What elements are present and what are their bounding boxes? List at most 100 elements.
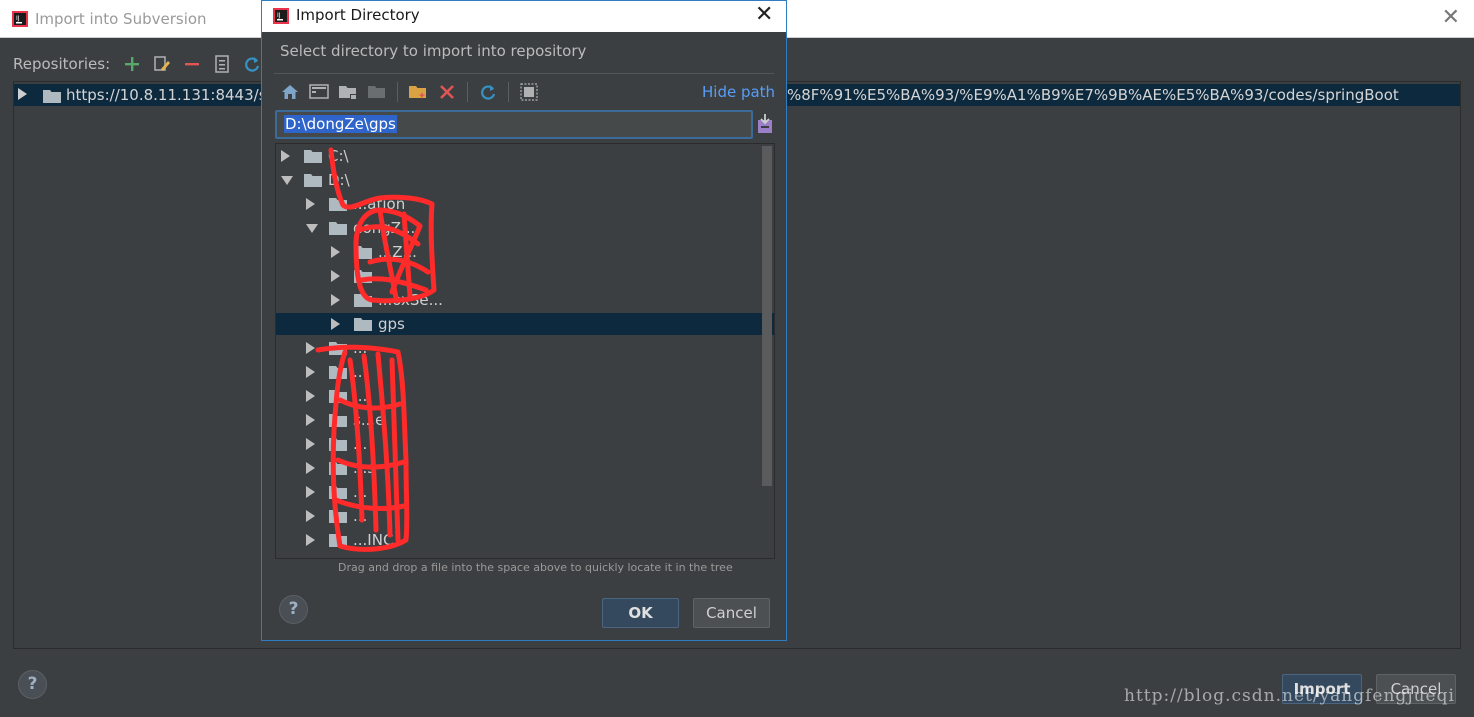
expand-arrow-icon[interactable] <box>306 486 315 498</box>
watermark-text: http://blog.csdn.net/yangfengjueqi <box>1124 686 1455 706</box>
tree-row[interactable]: ... <box>276 505 774 527</box>
hide-path-link[interactable]: Hide path <box>702 83 775 101</box>
repository-url-start: https://10.8.11.131:8443/sv <box>66 86 276 104</box>
background-help-button[interactable]: ? <box>18 670 47 699</box>
ok-button[interactable]: OK <box>602 598 679 628</box>
tree-row[interactable]: s...e <box>276 409 774 431</box>
folder-icon <box>329 364 347 383</box>
tree-row-label: ...INC <box>353 531 394 549</box>
expand-arrow-icon[interactable] <box>331 270 340 282</box>
toolbar-separator <box>467 82 468 102</box>
tree-row-label: ... <box>378 267 393 285</box>
expand-arrow-icon[interactable] <box>306 342 315 354</box>
toolbar-separator <box>508 82 509 102</box>
expand-arrow-icon[interactable] <box>306 198 315 210</box>
folder-icon <box>329 412 347 431</box>
tree-row[interactable]: ...s <box>276 457 774 479</box>
tree-row[interactable]: ... <box>276 265 774 287</box>
dialog-cancel-button[interactable]: Cancel <box>693 598 770 628</box>
folder-icon <box>329 508 347 527</box>
tree-row[interactable]: ...ation <box>276 193 774 215</box>
toolbar-separator <box>397 82 398 102</box>
tree-row[interactable]: ...oxSe... <box>276 289 774 311</box>
tree-row-label: ... <box>353 363 368 381</box>
dialog-subtitle: Select directory to import into reposito… <box>280 42 587 60</box>
desktop-icon[interactable] <box>309 82 329 102</box>
folder-icon <box>329 340 347 359</box>
tree-row-label: D:\ <box>328 171 350 189</box>
refresh-icon[interactable] <box>242 54 262 74</box>
tree-scrollbar[interactable] <box>762 146 772 486</box>
tree-row[interactable]: C:\ <box>276 145 774 167</box>
tree-row-label: ... <box>353 387 368 405</box>
folder-icon <box>329 388 347 407</box>
folder-icon <box>329 460 347 479</box>
directory-tree[interactable]: C:\ D:\ ...ation dongZ... ...Z...... ...oxSe.… <box>275 143 775 559</box>
svg-text:IJ: IJ <box>16 15 20 22</box>
tree-row-label: ... <box>353 507 368 525</box>
expand-arrow-icon[interactable] <box>18 88 27 100</box>
expand-arrow-icon[interactable] <box>306 438 315 450</box>
expand-arrow-icon[interactable] <box>306 462 315 474</box>
expand-arrow-icon[interactable] <box>331 318 340 330</box>
folder-icon <box>304 148 322 167</box>
expand-arrow-icon[interactable] <box>331 246 340 258</box>
path-history-icon[interactable] <box>757 114 773 138</box>
refresh-icon[interactable] <box>478 82 498 102</box>
expand-arrow-icon[interactable] <box>306 390 315 402</box>
add-icon[interactable] <box>122 54 142 74</box>
expand-arrow-icon[interactable] <box>331 294 340 306</box>
tree-row[interactable]: ... <box>276 481 774 503</box>
tree-row[interactable]: ...INC <box>276 529 774 551</box>
show-hidden-icon[interactable] <box>519 82 539 102</box>
collapse-arrow-icon[interactable] <box>281 176 293 185</box>
expand-arrow-icon[interactable] <box>306 534 315 546</box>
delete-icon[interactable] <box>437 82 457 102</box>
intellij-app-icon: IJ <box>12 11 28 31</box>
expand-arrow-icon[interactable] <box>306 414 315 426</box>
tree-row[interactable]: dongZ... <box>276 217 774 239</box>
tree-row-label: gps <box>378 315 405 333</box>
project-folder-icon[interactable] <box>338 82 358 102</box>
tree-row[interactable]: D:\ <box>276 169 774 191</box>
svg-text:IJ: IJ <box>277 12 281 19</box>
edit-icon[interactable] <box>152 54 172 74</box>
dialog-title: Import Directory <box>296 6 420 24</box>
dialog-title-bar: IJ Import Directory ✕ <box>262 1 786 32</box>
tree-row[interactable]: gps <box>276 313 774 335</box>
tree-row[interactable]: ...Z... <box>276 241 774 263</box>
new-folder-icon[interactable] <box>408 82 428 102</box>
tree-row[interactable]: ... <box>276 337 774 359</box>
folder-icon <box>304 172 322 191</box>
background-close-icon[interactable]: ✕ <box>1442 7 1460 29</box>
home-icon[interactable] <box>280 82 300 102</box>
remove-icon[interactable] <box>182 54 202 74</box>
tree-row-label: C:\ <box>328 147 349 165</box>
background-window-title: Import into Subversion <box>35 10 207 28</box>
expand-arrow-icon[interactable] <box>281 150 290 162</box>
tree-row-label: s...e <box>353 411 385 429</box>
tree-row-label: dongZ... <box>353 219 416 237</box>
expand-arrow-icon[interactable] <box>306 366 315 378</box>
folder-icon <box>329 196 347 215</box>
folder-icon <box>329 436 347 455</box>
tree-row-label: ... <box>353 435 368 453</box>
tree-row[interactable]: ... <box>276 433 774 455</box>
folder-icon <box>329 220 347 239</box>
dialog-help-button[interactable]: ? <box>279 595 308 624</box>
repositories-toolbar: Repositories: <box>13 52 262 76</box>
tree-row-label: ...Z... <box>378 243 417 261</box>
repository-url-end: %8F%91%E5%BA%93/%E9%A1%B9%E7%9B%AE%E5%BA… <box>787 86 1399 104</box>
expand-arrow-icon[interactable] <box>306 510 315 522</box>
properties-icon[interactable] <box>212 54 232 74</box>
collapse-arrow-icon[interactable] <box>306 224 318 233</box>
folder-icon <box>354 292 372 311</box>
path-input-value: D:\dongZe\gps <box>284 115 397 133</box>
tree-row[interactable]: ... <box>276 385 774 407</box>
dialog-close-icon[interactable]: ✕ <box>755 3 773 27</box>
path-input[interactable]: D:\dongZe\gps <box>275 110 753 139</box>
module-folder-icon <box>367 82 387 102</box>
repositories-label: Repositories: <box>13 55 111 73</box>
tree-row[interactable]: ... <box>276 361 774 383</box>
divider <box>274 73 774 74</box>
